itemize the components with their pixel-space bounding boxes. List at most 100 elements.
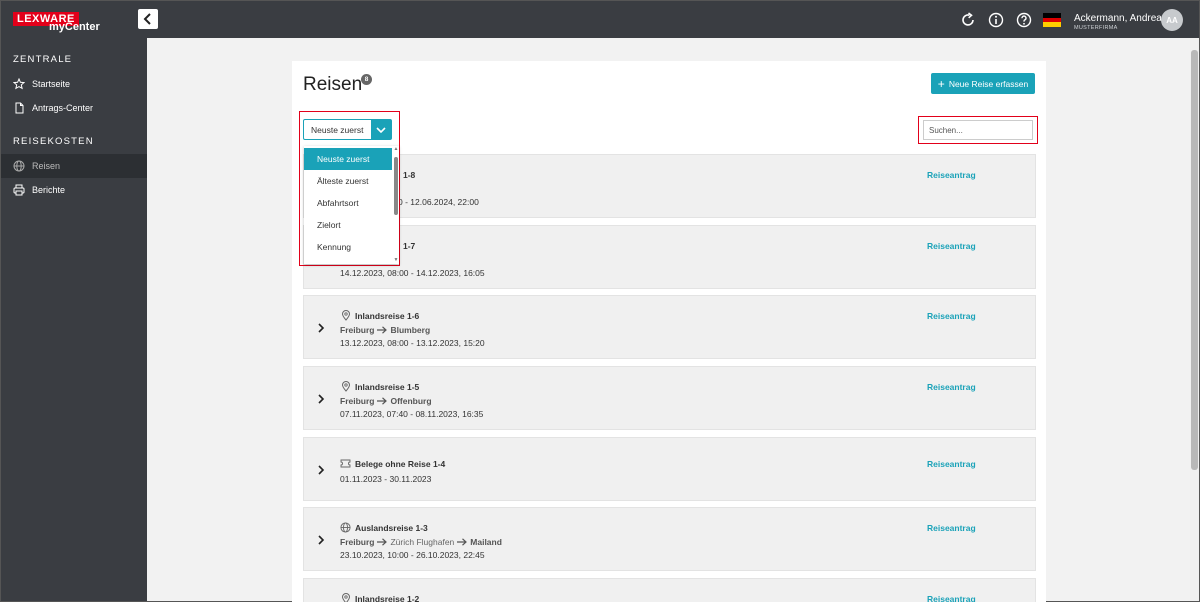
- trip-row[interactable]: Auslandsreise 1-3 Freiburg Zürich Flugha…: [303, 507, 1036, 571]
- trip-request-link[interactable]: Reiseantrag: [927, 523, 976, 533]
- collapse-sidebar-button[interactable]: [138, 9, 158, 29]
- sort-dropdown-list: Neuste zuerst Älteste zuerst Abfahrtsort…: [304, 146, 399, 264]
- chevron-right-icon[interactable]: [316, 535, 326, 545]
- route-to: Blumberg: [390, 325, 431, 335]
- location-pin-icon: [340, 593, 351, 602]
- trip-row[interactable]: Belege ohne Reise 1-4 01.11.2023 - 30.11…: [303, 437, 1036, 501]
- info-icon: [988, 12, 1004, 28]
- dropdown-scrollbar[interactable]: ▲ ▼: [393, 146, 399, 264]
- logo-mycenter-text: myCenter: [49, 21, 100, 33]
- refresh-icon: [962, 12, 974, 26]
- trip-request-link[interactable]: Reiseantrag: [927, 459, 976, 469]
- trip-dates: 0 - 12.06.2024, 22:00: [398, 197, 479, 207]
- sidebar: ZENTRALE Startseite Antrags-Center REISE…: [1, 38, 147, 601]
- new-trip-button-label: Neue Reise erfassen: [948, 78, 1029, 89]
- plus-icon: +: [937, 76, 945, 91]
- help-icon: [1016, 12, 1032, 28]
- trip-route: Freiburg Offenburg: [340, 396, 432, 406]
- trip-row[interactable]: Inlandsreise 1-5 Freiburg Offenburg 07.1…: [303, 366, 1036, 430]
- user-name[interactable]: Ackermann, Andrea: [1074, 13, 1162, 24]
- chevron-right-icon[interactable]: [316, 323, 326, 333]
- trip-row[interactable]: 1-7 14.12.2023, 08:00 - 14.12.2023, 16:0…: [303, 225, 1036, 289]
- trip-name: Inlandsreise 1-2: [355, 594, 420, 602]
- chevron-down-icon[interactable]: [371, 120, 391, 139]
- chevron-right-icon[interactable]: [316, 465, 326, 475]
- sidebar-item-label: Berichte: [32, 185, 66, 195]
- user-company: MUSTERFIRMA: [1074, 25, 1118, 31]
- location-pin-icon: [340, 310, 351, 321]
- globe-icon: [13, 160, 25, 172]
- sort-option-oldest[interactable]: Älteste zuerst: [304, 170, 392, 192]
- chevron-left-icon: [143, 13, 151, 25]
- page-title: Reisen: [303, 74, 363, 95]
- printer-icon: [13, 184, 25, 196]
- globe-icon: [340, 522, 351, 533]
- sidebar-item-label: Startseite: [32, 79, 71, 89]
- trip-row[interactable]: Inlandsreise 1-2 Reiseantrag: [303, 578, 1036, 602]
- page-scrollbar[interactable]: [1190, 38, 1199, 601]
- trip-dates: 14.12.2023, 08:00 - 14.12.2023, 16:05: [340, 268, 485, 278]
- arrow-right-icon: [377, 326, 388, 334]
- sort-option-id[interactable]: Kennung: [304, 236, 392, 258]
- route-from: Freiburg: [340, 325, 375, 335]
- route-via: Zürich Flughafen: [390, 537, 455, 547]
- lexware-logo[interactable]: LEXWARE myCenter: [13, 9, 100, 33]
- sort-option-destination[interactable]: Zielort: [304, 214, 392, 236]
- sidebar-item-antrags-center[interactable]: Antrags-Center: [1, 96, 147, 120]
- route-to: Offenburg: [390, 396, 432, 406]
- sidebar-section-reisekosten: REISEKOSTEN: [13, 136, 94, 147]
- trip-request-link[interactable]: Reiseantrag: [927, 382, 976, 392]
- language-flag-de-icon[interactable]: [1043, 13, 1061, 28]
- sidebar-item-label: Antrags-Center: [32, 103, 94, 113]
- trip-row[interactable]: Inlandsreise 1-6 Freiburg Blumberg 13.12…: [303, 295, 1036, 359]
- trip-dates: 13.12.2023, 08:00 - 13.12.2023, 15:20: [340, 338, 485, 348]
- trip-count-badge: 8: [361, 74, 372, 85]
- trip-dates: 07.11.2023, 07:40 - 08.11.2023, 16:35: [340, 409, 484, 419]
- sort-option-departure[interactable]: Abfahrtsort: [304, 192, 392, 214]
- sidebar-section-zentrale: ZENTRALE: [13, 54, 73, 65]
- trip-name: Auslandsreise 1-3: [355, 523, 428, 533]
- search-input[interactable]: [923, 120, 1033, 140]
- sort-select[interactable]: Neuste zuerst: [303, 119, 392, 140]
- trip-request-link[interactable]: Reiseantrag: [927, 241, 976, 251]
- new-trip-button[interactable]: + Neue Reise erfassen: [931, 73, 1035, 94]
- location-pin-icon: [340, 381, 351, 392]
- help-button[interactable]: [1015, 11, 1033, 29]
- star-icon: [13, 78, 25, 90]
- route-from: Freiburg: [340, 537, 375, 547]
- sidebar-item-label: Reisen: [32, 161, 61, 171]
- route-from: Freiburg: [340, 396, 375, 406]
- trip-name: 1-7: [403, 241, 416, 251]
- trip-dates: 01.11.2023 - 30.11.2023: [340, 474, 432, 484]
- trip-route: Freiburg Zürich Flughafen Mailand: [340, 537, 502, 547]
- trip-row[interactable]: 1-8 0 - 12.06.2024, 22:00 Reiseantrag: [303, 154, 1036, 218]
- sidebar-item-berichte[interactable]: Berichte: [1, 178, 147, 202]
- sort-option-newest[interactable]: Neuste zuerst: [304, 148, 392, 170]
- trip-dates: 23.10.2023, 10:00 - 26.10.2023, 22:45: [340, 550, 485, 560]
- document-icon: [13, 102, 25, 114]
- trip-name: Inlandsreise 1-6: [355, 311, 420, 321]
- chevron-right-icon[interactable]: [316, 394, 326, 404]
- sidebar-item-reisen[interactable]: Reisen: [1, 154, 147, 178]
- refresh-button[interactable]: [959, 11, 977, 29]
- trip-request-link[interactable]: Reiseantrag: [927, 170, 976, 180]
- trip-route: Freiburg Blumberg: [340, 325, 430, 335]
- arrow-right-icon: [457, 538, 468, 546]
- trip-name: Inlandsreise 1-5: [355, 382, 420, 392]
- page-scrollbar-thumb[interactable]: [1191, 50, 1198, 470]
- receipt-icon: [340, 458, 351, 469]
- trip-name: Belege ohne Reise 1-4: [355, 459, 446, 469]
- dropdown-scrollbar-thumb[interactable]: [394, 157, 398, 215]
- route-to: Mailand: [470, 537, 502, 547]
- info-button[interactable]: [987, 11, 1005, 29]
- scroll-down-icon[interactable]: ▼: [393, 257, 399, 263]
- top-bar: LEXWARE myCenter Ackermann, Andrea MUSTE…: [1, 1, 1199, 38]
- arrow-right-icon: [377, 538, 388, 546]
- trip-name: 1-8: [403, 170, 416, 180]
- scroll-up-icon[interactable]: ▲: [393, 146, 399, 152]
- avatar[interactable]: AA: [1161, 9, 1183, 31]
- sidebar-item-startseite[interactable]: Startseite: [1, 72, 147, 96]
- trip-request-link[interactable]: Reiseantrag: [927, 594, 976, 602]
- arrow-right-icon: [377, 397, 388, 405]
- trip-request-link[interactable]: Reiseantrag: [927, 311, 976, 321]
